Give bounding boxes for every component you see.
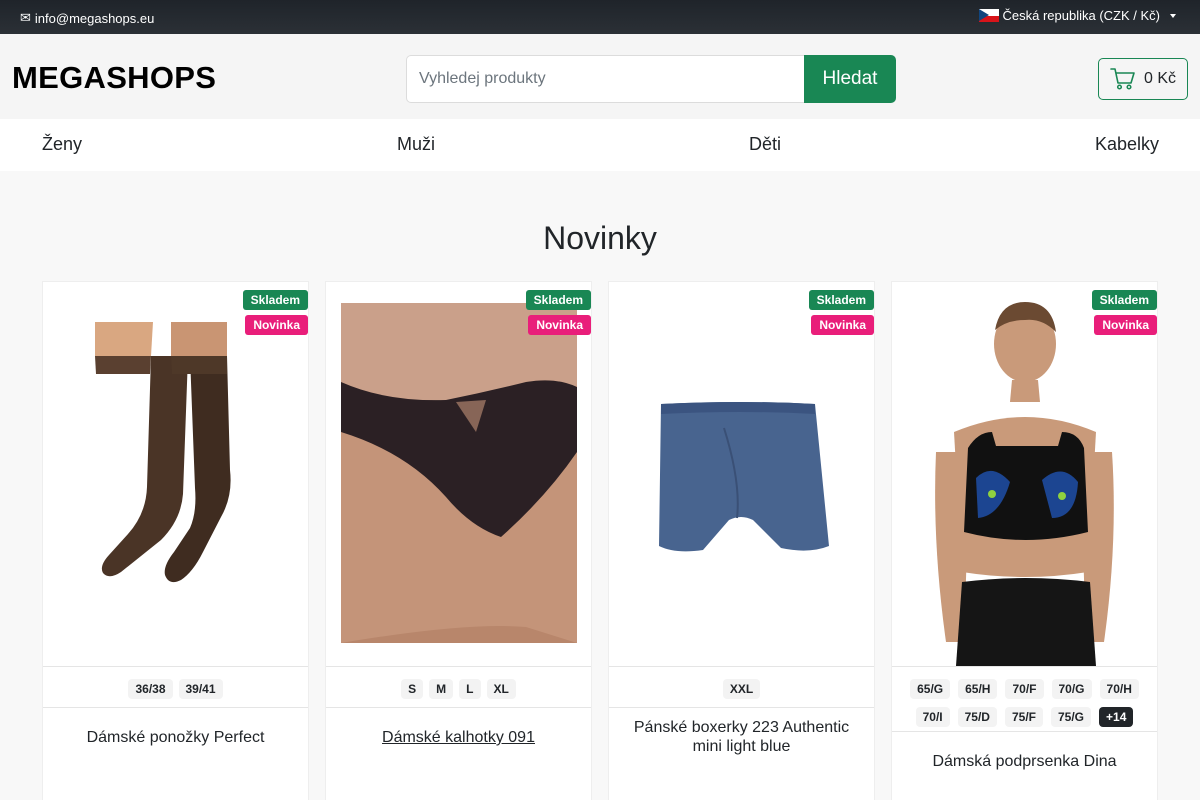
product-card[interactable]: Skladem Novinka S M L XL Dámské kalhotky… xyxy=(325,281,592,800)
product-name[interactable]: Dámské ponožky Perfect xyxy=(43,728,308,747)
section-title: Novinky xyxy=(543,220,657,256)
size-option[interactable]: 75/G xyxy=(1051,707,1092,727)
cart-total: 0 Kč xyxy=(1143,70,1176,87)
product-image-socks[interactable] xyxy=(43,282,308,666)
size-option[interactable]: 36/38 xyxy=(128,679,173,699)
stock-badge: Skladem xyxy=(808,290,874,310)
nav-item-kabelky[interactable]: Kabelky xyxy=(1095,134,1159,155)
search-form: Hledat xyxy=(406,55,896,103)
top-bar: ✉ info@megashops.eu Česká republika (CZK… xyxy=(0,0,1200,34)
site-logo[interactable]: MEGASHOPS xyxy=(12,60,216,96)
size-option[interactable]: 70/I xyxy=(915,707,950,727)
search-button[interactable]: Hledat xyxy=(804,55,896,103)
size-list: 36/38 39/41 xyxy=(43,666,308,708)
czech-flag-icon xyxy=(978,9,999,22)
region-selector[interactable]: Česká republika (CZK / Kč) xyxy=(978,8,1176,23)
nav-item-zeny[interactable]: Ženy xyxy=(42,134,82,155)
category-nav: Ženy Muži Děti Kabelky xyxy=(0,119,1200,171)
caret-down-icon xyxy=(1170,13,1176,18)
size-option[interactable]: 65/G xyxy=(910,679,951,699)
stock-badge: Skladem xyxy=(1091,290,1157,310)
cart-button[interactable]: 0 Kč xyxy=(1098,58,1188,100)
size-list: S M L XL xyxy=(326,666,591,708)
stock-badge: Skladem xyxy=(242,290,308,310)
cart-icon xyxy=(1110,68,1135,90)
search-input[interactable] xyxy=(406,55,804,103)
size-option[interactable]: 65/H xyxy=(958,679,998,699)
more-sizes-badge[interactable]: +14 xyxy=(1099,707,1134,727)
product-name[interactable]: Dámská podprsenka Dina xyxy=(892,752,1157,771)
size-option[interactable]: 70/H xyxy=(1099,679,1139,699)
product-name[interactable]: Pánské boxerky 223 Authentic mini light … xyxy=(609,718,874,756)
product-card[interactable]: Skladem Novinka 36/38 39/41 Dámské ponož… xyxy=(42,281,309,800)
product-image-panties[interactable] xyxy=(326,282,591,666)
contact-email[interactable]: ✉ info@megashops.eu xyxy=(20,10,154,26)
size-option[interactable]: S xyxy=(401,679,424,699)
size-list: XXL xyxy=(609,666,874,708)
new-badge: Novinka xyxy=(245,315,308,335)
site-header: MEGASHOPS Hledat 0 Kč xyxy=(0,34,1200,119)
nav-item-muzi[interactable]: Muži xyxy=(397,134,435,155)
new-badge: Novinka xyxy=(1094,315,1157,335)
size-option[interactable]: 70/G xyxy=(1051,679,1092,699)
product-image-boxers[interactable] xyxy=(609,282,874,666)
product-card[interactable]: Skladem Novinka XXL Pánské boxerky 223 A… xyxy=(608,281,875,800)
size-option[interactable]: 70/F xyxy=(1005,679,1044,699)
size-option[interactable]: 75/D xyxy=(957,707,997,727)
envelope-icon: ✉ xyxy=(20,10,31,25)
stock-badge: Skladem xyxy=(525,290,591,310)
size-option[interactable]: 39/41 xyxy=(178,679,223,699)
region-label: Česká republika (CZK / Kč) xyxy=(1002,8,1161,23)
new-badge: Novinka xyxy=(811,315,874,335)
product-card[interactable]: Skladem Novinka 65/G 65/H 70/F 70/G 70/H… xyxy=(891,281,1158,800)
size-option[interactable]: L xyxy=(459,679,481,699)
size-option[interactable]: XL xyxy=(486,679,516,699)
size-option[interactable]: XXL xyxy=(722,679,761,699)
product-image-sports-bra[interactable] xyxy=(892,282,1157,666)
size-list: 65/G 65/H 70/F 70/G 70/H 70/I 75/D 75/F … xyxy=(892,666,1157,732)
size-option[interactable]: 75/F xyxy=(1004,707,1043,727)
nav-item-deti[interactable]: Děti xyxy=(749,134,781,155)
new-badge: Novinka xyxy=(528,315,591,335)
size-option[interactable]: M xyxy=(429,679,454,699)
product-name[interactable]: Dámské kalhotky 091 xyxy=(326,728,591,747)
email-text: info@megashops.eu xyxy=(34,10,155,26)
